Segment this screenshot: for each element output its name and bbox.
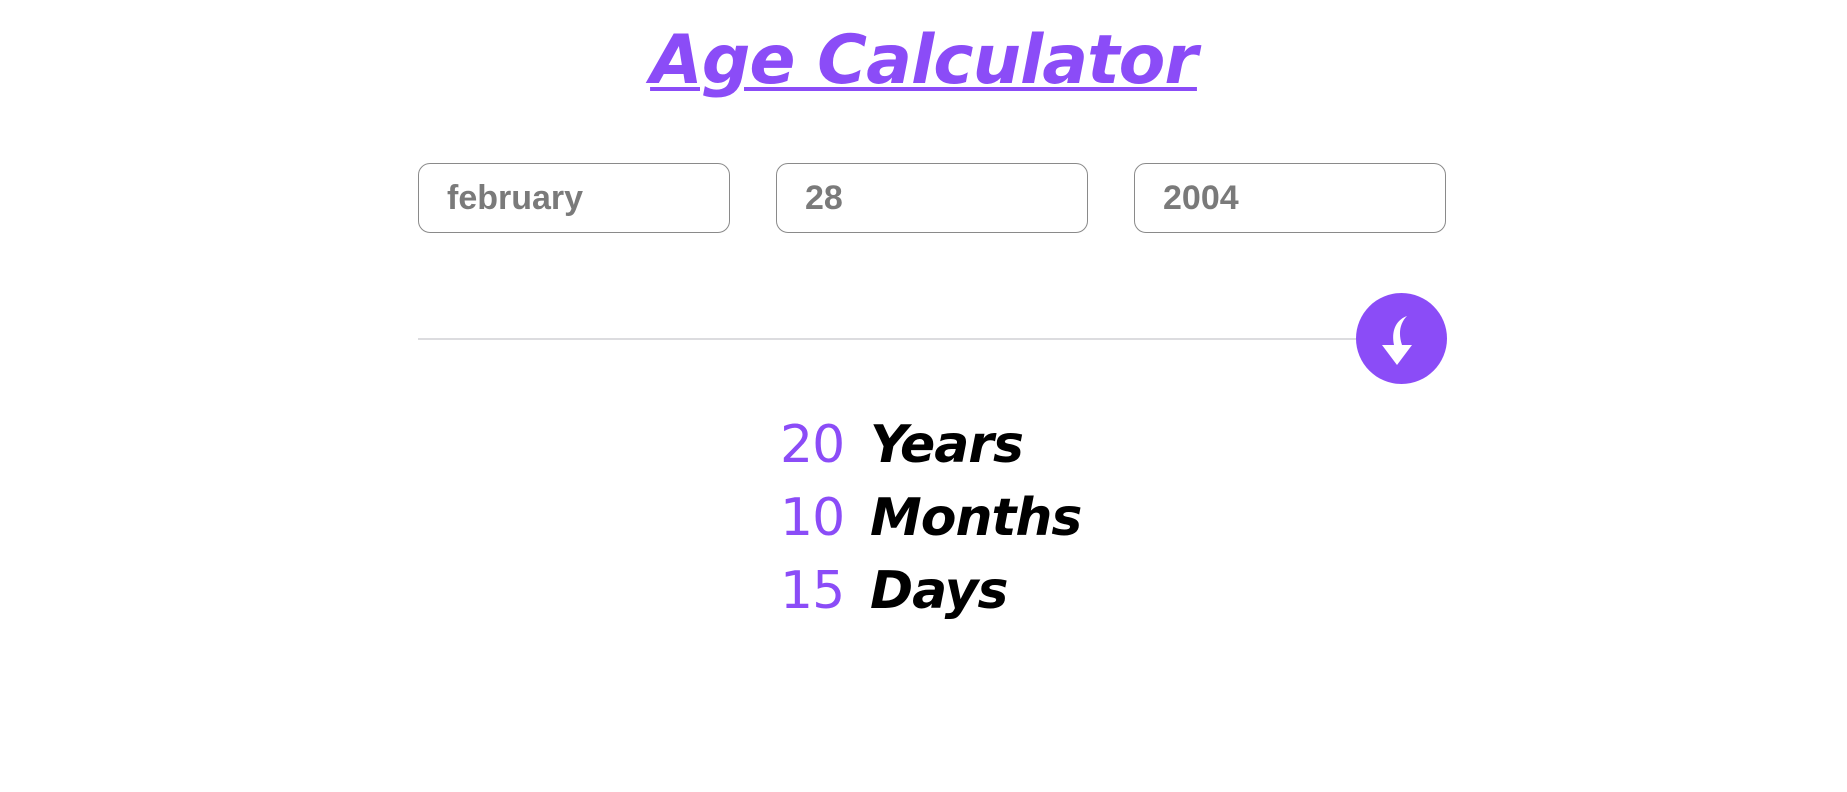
months-value: 10: [780, 487, 845, 548]
result-row-months: 10 Months: [780, 481, 1082, 554]
arrow-down-icon: [1382, 316, 1412, 365]
day-input[interactable]: [776, 163, 1088, 233]
results: 20 Years 10 Months 15 Days: [780, 408, 1082, 627]
month-input[interactable]: [418, 163, 730, 233]
year-input[interactable]: [1134, 163, 1446, 233]
days-value: 15: [780, 560, 845, 621]
calculate-button[interactable]: [1356, 293, 1447, 384]
years-label: Years: [870, 414, 1024, 475]
divider: [418, 338, 1358, 340]
days-label: Days: [870, 560, 1009, 621]
months-label: Months: [870, 487, 1082, 548]
result-row-years: 20 Years: [780, 408, 1081, 481]
result-row-days: 15 Days: [780, 554, 1081, 627]
page-title: Age Calculator: [650, 21, 1198, 100]
years-value: 20: [780, 414, 845, 475]
